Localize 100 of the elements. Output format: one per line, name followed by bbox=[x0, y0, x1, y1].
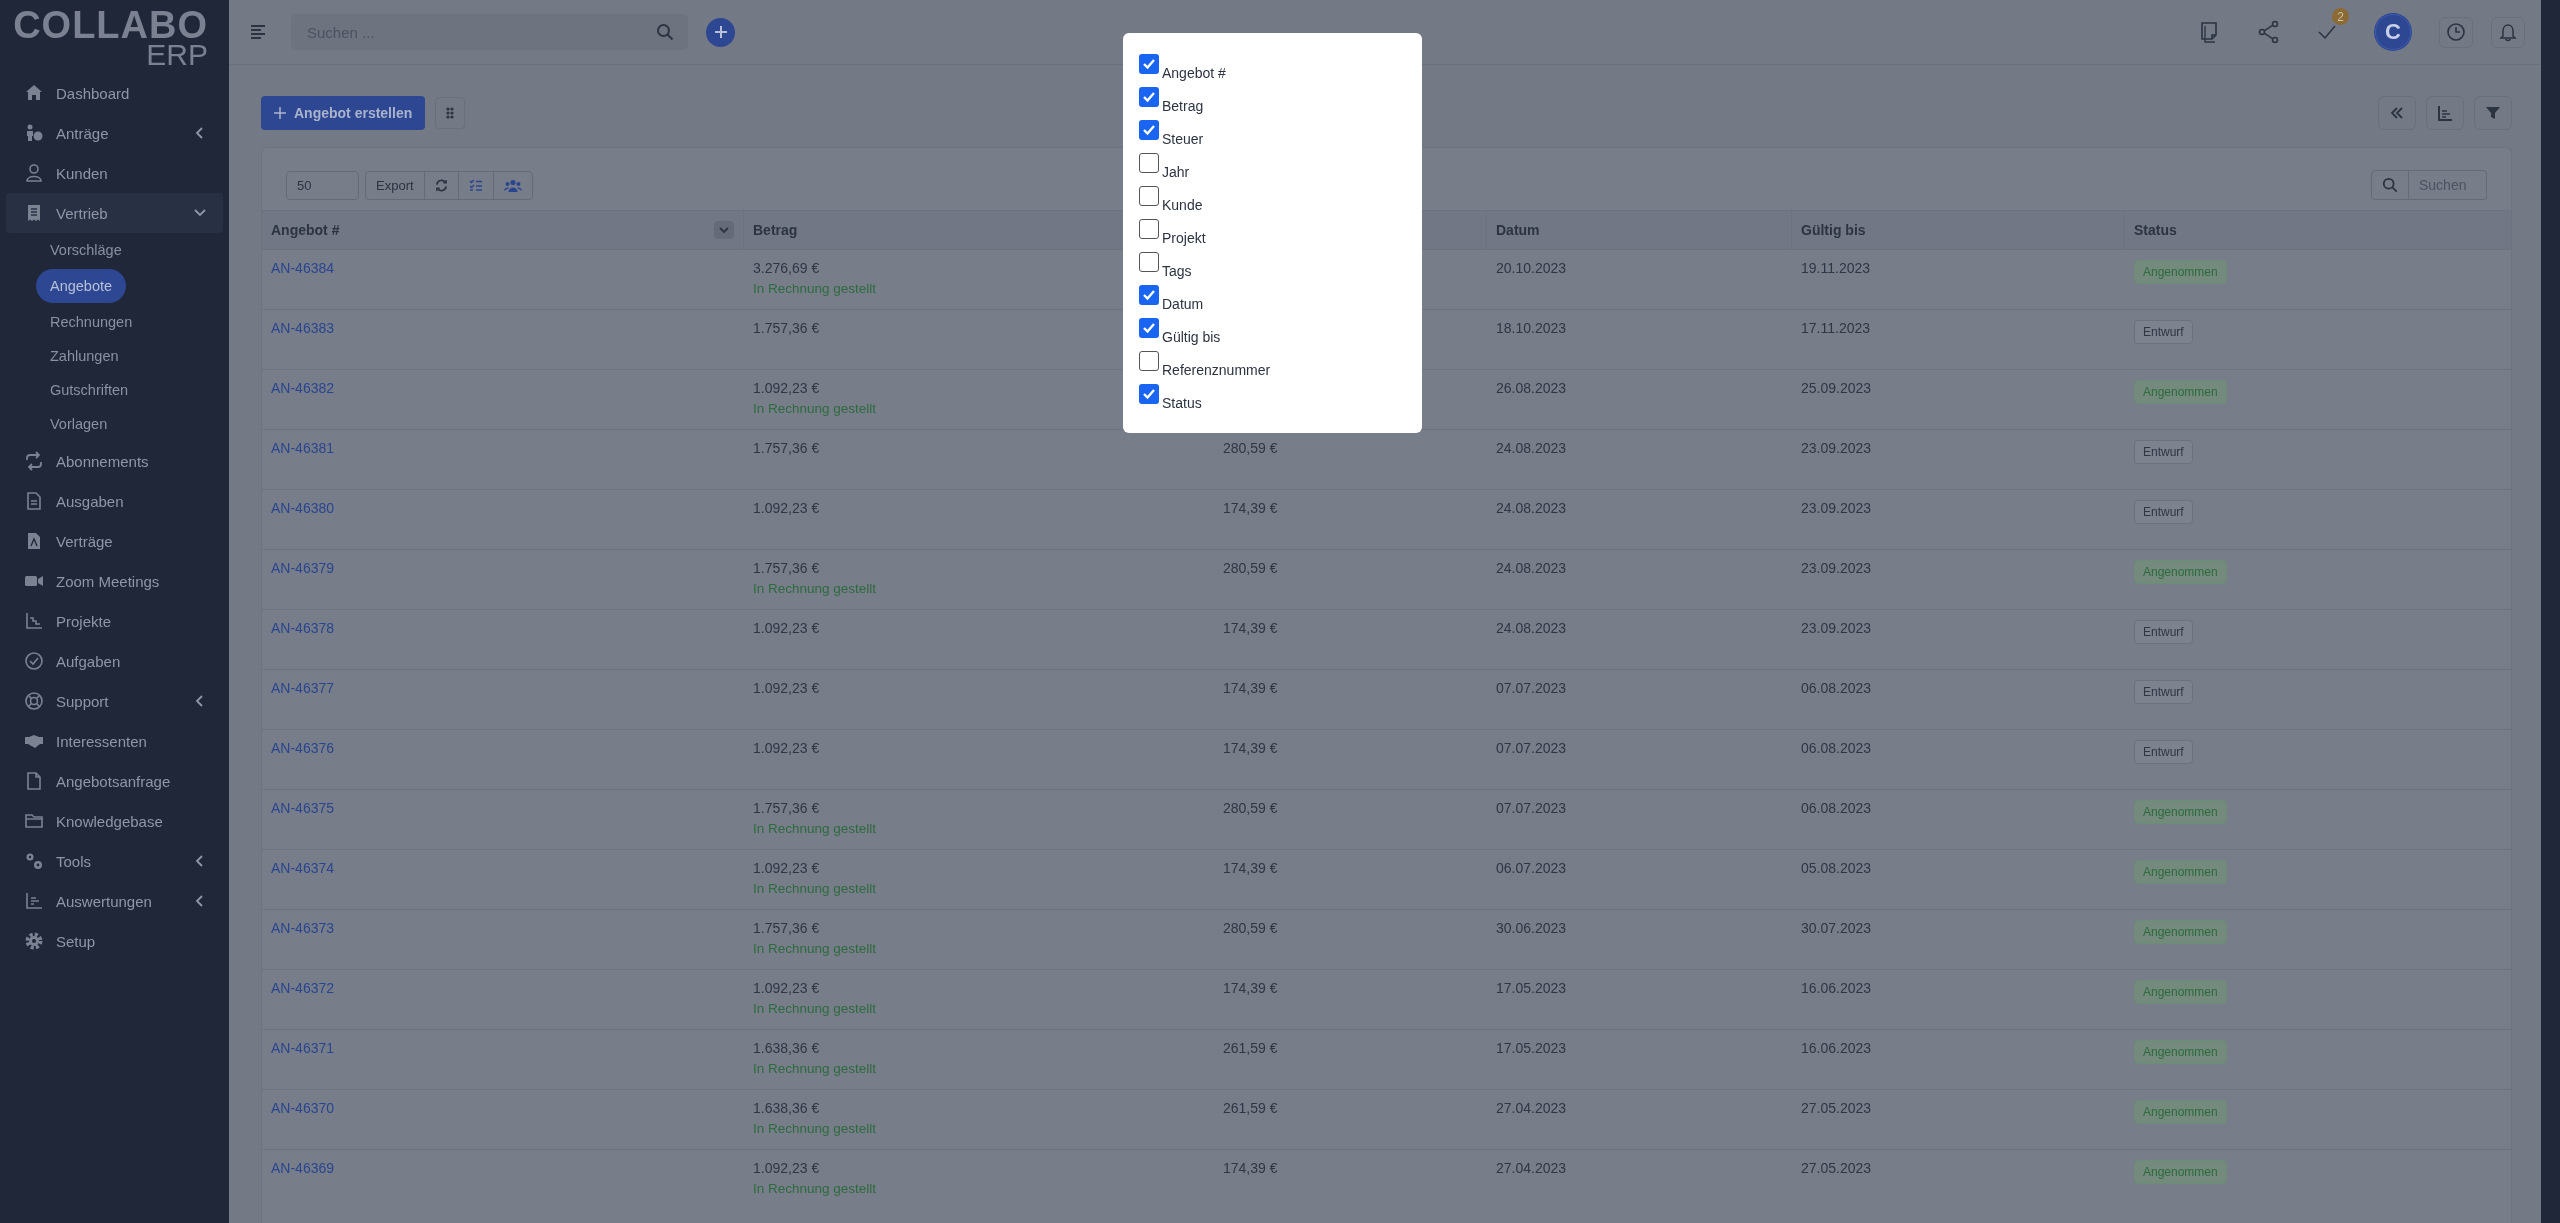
sidebar-item[interactable]: Projekte bbox=[6, 601, 223, 641]
checkmark-icon bbox=[1142, 90, 1156, 104]
search-icon bbox=[656, 23, 674, 41]
submenu-item[interactable]: Zahlungen bbox=[36, 339, 133, 373]
sidebar-item[interactable]: Dashboard bbox=[6, 73, 223, 113]
clock-icon bbox=[2446, 22, 2466, 42]
column-header[interactable]: Angebot # bbox=[271, 222, 714, 238]
table-cell: 16.06.2023 bbox=[1801, 980, 1872, 996]
checkbox[interactable] bbox=[1139, 351, 1159, 371]
table-cell: 3.276,69 € bbox=[753, 260, 820, 276]
notifications-button[interactable] bbox=[2491, 16, 2525, 48]
sidebar-item[interactable]: Anträge bbox=[6, 113, 223, 153]
sidebar-item[interactable]: Support bbox=[6, 681, 223, 721]
checkbox[interactable] bbox=[1139, 252, 1159, 272]
table-cell: 261,59 € bbox=[1223, 1040, 1278, 1056]
table-cell: 24.08.2023 bbox=[1496, 560, 1567, 576]
status-badge: Angenommen bbox=[2134, 1100, 2227, 1124]
options-button[interactable] bbox=[435, 97, 466, 129]
submenu-item[interactable]: Gutschriften bbox=[36, 373, 143, 407]
table-cell: 1.092,23 € bbox=[753, 380, 820, 396]
checkbox[interactable] bbox=[1139, 87, 1159, 107]
plus-icon bbox=[274, 107, 286, 119]
sidebar-item[interactable]: Verträge bbox=[6, 521, 223, 561]
table-cell: 1.757,36 € bbox=[753, 920, 820, 936]
checkbox-label: Steuer bbox=[1162, 131, 1204, 147]
table-cell: 1.757,36 € bbox=[753, 440, 820, 456]
submenu-item[interactable]: Vorschläge bbox=[36, 233, 136, 267]
double-chevron-left-icon bbox=[2390, 106, 2404, 120]
create-offer-button[interactable]: Angebot erstellen bbox=[261, 96, 426, 130]
chart-icon bbox=[24, 611, 44, 631]
clock-button[interactable] bbox=[2439, 16, 2473, 48]
menu-icon[interactable] bbox=[251, 25, 267, 39]
checkbox[interactable] bbox=[1139, 318, 1159, 338]
person-question-icon bbox=[24, 123, 44, 143]
table-cell: 25.09.2023 bbox=[1801, 380, 1872, 396]
sidebar-item[interactable]: Kunden bbox=[6, 153, 223, 193]
table-cell: 27.04.2023 bbox=[1496, 1160, 1567, 1176]
filter-button[interactable] bbox=[2474, 96, 2512, 130]
table-cell: 20.10.2023 bbox=[1496, 260, 1567, 276]
table-cell: 17.05.2023 bbox=[1496, 1040, 1567, 1056]
home-icon bbox=[24, 83, 44, 103]
checkmark-icon bbox=[1142, 123, 1156, 137]
table-cell: 30.06.2023 bbox=[1496, 920, 1567, 936]
checkbox[interactable] bbox=[1139, 285, 1159, 305]
column-header[interactable]: Gültig bis bbox=[1801, 222, 2115, 238]
table-cell: 174,39 € bbox=[1223, 620, 1278, 636]
share-icon[interactable] bbox=[2257, 20, 2281, 44]
table-cell: 1.757,36 € bbox=[753, 320, 820, 336]
invoice-status-text: In Rechnung gestellt bbox=[753, 941, 877, 956]
table-cell: 24.08.2023 bbox=[1496, 440, 1567, 456]
table-cell: 30.07.2023 bbox=[1801, 920, 1872, 936]
checkbox[interactable] bbox=[1139, 384, 1159, 404]
submenu-item[interactable]: Rechnungen bbox=[36, 305, 147, 339]
folder-icon bbox=[24, 811, 44, 831]
add-button[interactable] bbox=[706, 17, 735, 47]
table-cell: 23.09.2023 bbox=[1801, 440, 1872, 456]
checkbox[interactable] bbox=[1139, 186, 1159, 206]
sidebar-item[interactable]: Setup bbox=[6, 921, 223, 961]
sidebar-item[interactable]: Angebotsanfrage bbox=[6, 761, 223, 801]
checkbox[interactable] bbox=[1139, 219, 1159, 239]
status-badge: Entwurf bbox=[2134, 500, 2193, 524]
column-menu-button[interactable] bbox=[714, 221, 734, 239]
logo-text: COLLABO bbox=[13, 6, 208, 44]
check-circle-icon bbox=[24, 651, 44, 671]
submenu-item[interactable]: Angebote bbox=[36, 269, 127, 303]
checkbox-label: Datum bbox=[1162, 296, 1204, 312]
sidebar-item[interactable]: Aufgaben bbox=[6, 641, 223, 681]
sidebar-item[interactable]: Zoom Meetings bbox=[6, 561, 223, 601]
sidebar-item[interactable]: Auswertungen bbox=[6, 881, 223, 921]
table-cell: 1.092,23 € bbox=[753, 860, 820, 876]
table-cell: 1.092,23 € bbox=[753, 680, 820, 696]
sidebar-item[interactable]: Abonnements bbox=[6, 441, 223, 481]
table-cell: 07.07.2023 bbox=[1496, 740, 1567, 756]
table-cell: 06.08.2023 bbox=[1801, 800, 1872, 816]
sidebar-item[interactable]: Ausgaben bbox=[6, 481, 223, 521]
table-cell: 16.06.2023 bbox=[1801, 1040, 1872, 1056]
checkbox[interactable] bbox=[1139, 120, 1159, 140]
checkbox[interactable] bbox=[1139, 54, 1159, 74]
logo-text: ERP bbox=[146, 42, 208, 68]
avatar[interactable]: C bbox=[2375, 14, 2411, 50]
submenu-item[interactable]: Vorlagen bbox=[36, 407, 122, 441]
filter-icon bbox=[2485, 105, 2501, 121]
table-cell: 280,59 € bbox=[1223, 560, 1278, 576]
chart-button[interactable] bbox=[2426, 96, 2464, 130]
page-size-field[interactable]: 50 bbox=[286, 170, 359, 200]
checkbox-label: Projekt bbox=[1162, 230, 1206, 246]
sidebar-item[interactable]: Knowledgebase bbox=[6, 801, 223, 841]
sidebar-item[interactable]: Tools bbox=[6, 841, 223, 881]
sidebar-item[interactable]: Vertrieb bbox=[6, 193, 223, 233]
checkbox[interactable] bbox=[1139, 153, 1159, 173]
table-cell: 05.08.2023 bbox=[1801, 860, 1872, 876]
search-button[interactable] bbox=[2371, 170, 2409, 200]
checkbox-label: Jahr bbox=[1162, 164, 1190, 180]
column-header[interactable]: Status bbox=[2134, 222, 2502, 238]
collapse-button[interactable] bbox=[2378, 96, 2416, 130]
column-header[interactable]: Datum bbox=[1496, 222, 1782, 238]
sidebar-item[interactable]: Interessenten bbox=[6, 721, 223, 761]
table-cell: 174,39 € bbox=[1223, 680, 1278, 696]
table-cell: 23.09.2023 bbox=[1801, 620, 1872, 636]
file-icon bbox=[24, 771, 44, 791]
